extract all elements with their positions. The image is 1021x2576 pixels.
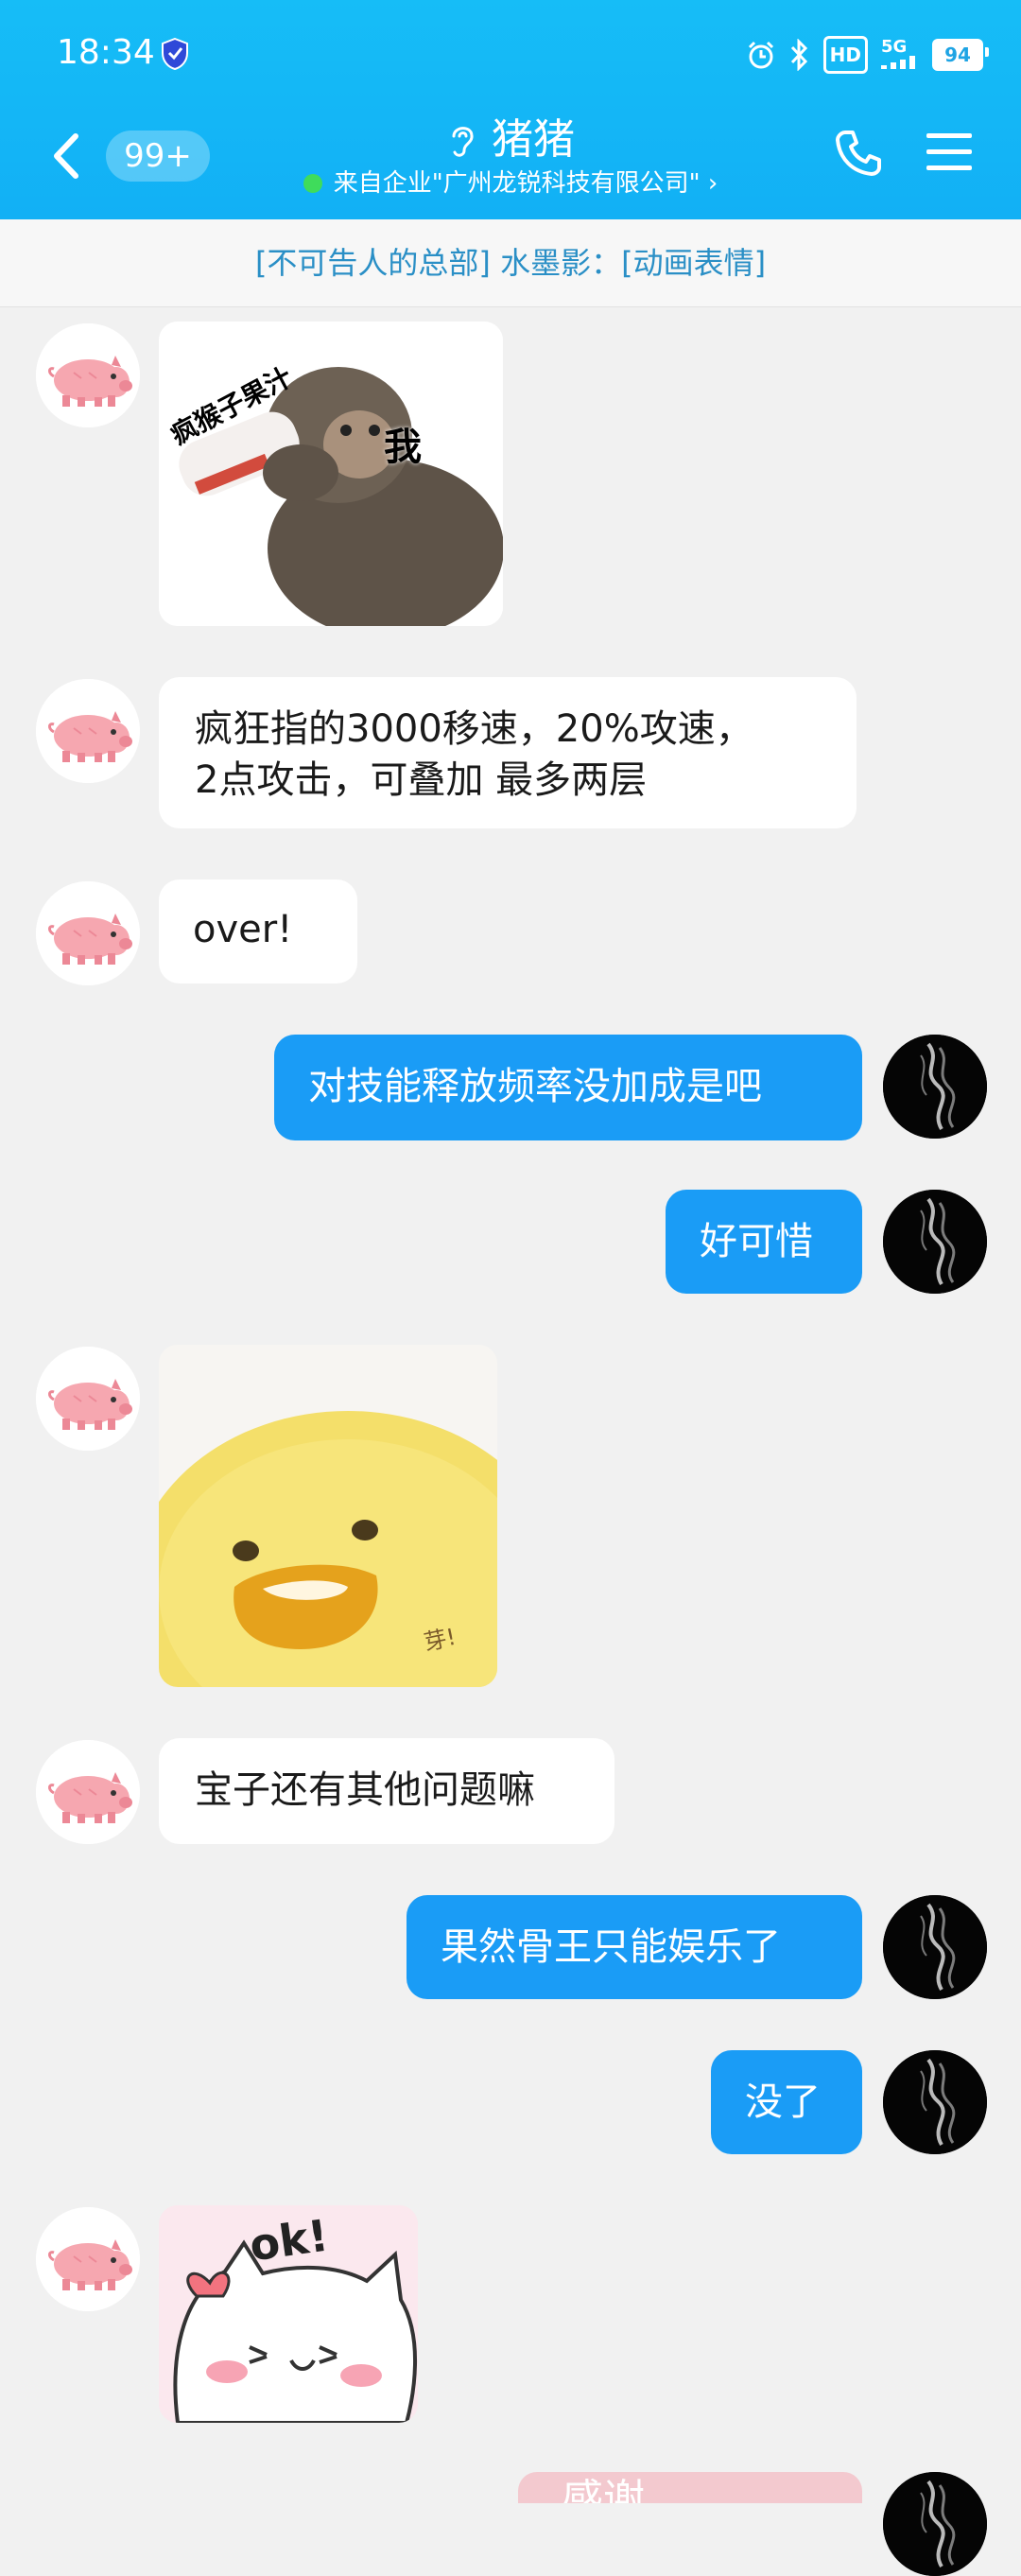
monkey-juice-image: [159, 322, 503, 626]
outgoing-message-bubble[interactable]: 果然骨王只能娱乐了: [407, 1895, 862, 1999]
battery-icon: 94: [932, 39, 989, 71]
message-text: 好可惜: [700, 1220, 813, 1263]
status-time: 18:34: [57, 33, 155, 72]
pig-avatar-icon[interactable]: [36, 1740, 140, 1844]
chat-title-text: 猪猪: [492, 115, 575, 164]
message-text: 对技能释放频率没加成是吧: [308, 1065, 762, 1108]
smoke-avatar-icon[interactable]: [883, 1190, 987, 1294]
message-text: 疯狂指的3000移速，20%攻速，: [195, 707, 753, 751]
thanks-sticker[interactable]: 感谢: [518, 2472, 862, 2503]
message-text: 宝子还有其他问题嘛: [195, 1768, 535, 1812]
smoke-avatar-icon[interactable]: [883, 1035, 987, 1139]
sticker-caption: ok!: [246, 2209, 332, 2271]
pig-avatar-icon[interactable]: [36, 679, 140, 783]
outgoing-message-bubble[interactable]: 没了: [711, 2050, 862, 2154]
incoming-message-bubble[interactable]: 疯狂指的3000移速，20%攻速， 2点攻击，可叠加 最多两层: [159, 677, 857, 828]
status-bar: 18:34 HD 5G 94: [0, 0, 1021, 104]
pinned-notice[interactable]: [不可告人的总部] 水墨影：[动画表情]: [0, 219, 1021, 307]
menu-icon[interactable]: [925, 131, 974, 174]
sticker-caption: 芽!: [421, 1623, 459, 1657]
message-text: 没了: [745, 2080, 821, 2124]
company-label: 来自企业"广州龙锐科技有限公司" ›: [333, 169, 718, 198]
ear-icon: [452, 127, 474, 157]
chat-title: 猪猪: [446, 112, 575, 168]
smoke-avatar-icon[interactable]: [883, 2050, 987, 2154]
pig-avatar-icon[interactable]: [36, 881, 140, 985]
shield-icon: [162, 38, 188, 70]
incoming-message-bubble[interactable]: 宝子还有其他问题嘛: [159, 1738, 614, 1844]
signal-icon: 5G: [881, 39, 919, 71]
bluetooth-icon: [790, 39, 807, 71]
pig-avatar-icon[interactable]: [36, 2207, 140, 2311]
pig-avatar-icon[interactable]: [36, 1347, 140, 1451]
chick-sticker[interactable]: 芽!: [159, 1345, 497, 1687]
smoke-avatar-icon[interactable]: [883, 1895, 987, 1999]
message-text: over!: [193, 908, 293, 951]
sticker-caption: 我: [384, 426, 422, 469]
incoming-message-bubble[interactable]: over!: [159, 879, 357, 983]
cat-ok-sticker[interactable]: ok!: [159, 2205, 418, 2423]
smoke-avatar-icon[interactable]: [883, 2472, 987, 2576]
online-status-dot: [303, 174, 322, 193]
outgoing-message-bubble[interactable]: 好可惜: [666, 1190, 862, 1294]
message-text: 果然骨王只能娱乐了: [441, 1925, 781, 1969]
alarm-icon: [748, 41, 773, 69]
monkey-sticker[interactable]: 疯猴子果汁 我: [159, 322, 503, 626]
message-text: 2点攻击，可叠加 最多两层: [195, 758, 648, 802]
signal-bars-icon: [881, 56, 915, 69]
outgoing-message-bubble[interactable]: 对技能释放频率没加成是吧: [274, 1035, 862, 1140]
status-icons: HD 5G 94: [746, 34, 989, 76]
phone-icon[interactable]: [832, 127, 885, 180]
hd-icon: HD: [822, 36, 868, 74]
pig-avatar-icon[interactable]: [36, 323, 140, 427]
sticker-caption: 感谢: [562, 2476, 645, 2503]
chat-header: 18:34 HD 5G 94 99+ 猪猪 来自企业"广州龙锐科技有限公司" ›: [0, 0, 1021, 219]
